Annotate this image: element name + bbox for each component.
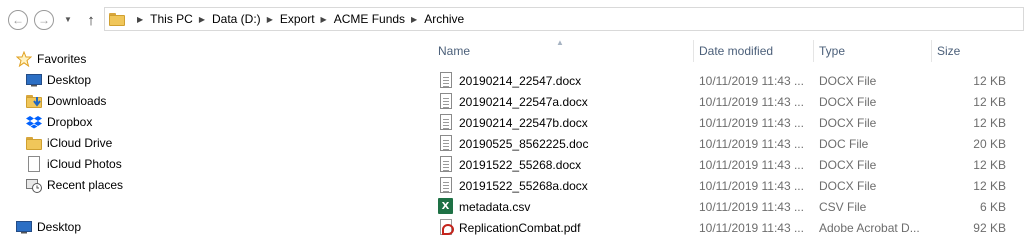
folder-icon: [109, 12, 125, 26]
forward-button[interactable]: →: [34, 10, 54, 30]
sidebar-item-dropbox[interactable]: Dropbox: [26, 111, 92, 132]
table-row[interactable]: 20190525_8562225.doc 10/11/2019 11:43 ..…: [432, 133, 1029, 154]
file-size: 20 KB: [973, 136, 1006, 151]
file-name: 20190214_22547b.docx: [459, 115, 588, 130]
file-size: 12 KB: [973, 94, 1006, 109]
word-document-icon: [438, 93, 454, 110]
recent-places-icon: [26, 177, 42, 193]
file-size: 12 KB: [973, 73, 1006, 88]
forward-arrow-icon: →: [38, 13, 50, 27]
file-size: 12 KB: [973, 178, 1006, 193]
favorites-group[interactable]: Favorites: [16, 48, 86, 69]
sidebar-item-desktop-root[interactable]: Desktop: [16, 216, 81, 237]
desktop-icon: [16, 219, 32, 235]
file-type: Adobe Acrobat D...: [819, 220, 920, 235]
sidebar-item-recent-places[interactable]: Recent places: [26, 174, 123, 195]
recent-locations-dropdown[interactable]: ▼: [62, 13, 74, 25]
file-date-modified: 10/11/2019 11:43 ...: [699, 73, 804, 88]
file-name: 20190214_22547a.docx: [459, 94, 588, 109]
sidebar-item-icloud-photos[interactable]: iCloud Photos: [26, 153, 122, 174]
downloads-folder-icon: [26, 93, 42, 109]
document-icon: [26, 155, 42, 172]
file-size: 12 KB: [973, 115, 1006, 130]
table-row[interactable]: 20190214_22547.docx 10/11/2019 11:43 ...…: [432, 70, 1029, 91]
sidebar-item-icloud-drive[interactable]: iCloud Drive: [26, 132, 112, 153]
file-date-modified: 10/11/2019 11:43 ...: [699, 94, 804, 109]
breadcrumb-this-pc[interactable]: ▶ This PC: [131, 8, 193, 30]
file-name: 20191522_55268a.docx: [459, 178, 588, 193]
sidebar-item-desktop[interactable]: Desktop: [26, 69, 91, 90]
chevron-right-icon: ▶: [320, 14, 327, 24]
file-date-modified: 10/11/2019 11:43 ...: [699, 115, 804, 130]
file-name: 20190525_8562225.doc: [459, 136, 589, 151]
up-button[interactable]: ↑: [82, 10, 100, 30]
table-row[interactable]: 20191522_55268.docx 10/11/2019 11:43 ...…: [432, 154, 1029, 175]
back-arrow-icon: ←: [12, 13, 24, 27]
file-size: 92 KB: [973, 220, 1006, 235]
file-type: CSV File: [819, 199, 867, 214]
chevron-right-icon: ▶: [266, 14, 273, 24]
file-date-modified: 10/11/2019 11:43 ...: [699, 199, 804, 214]
word-document-icon: [438, 135, 454, 152]
file-type: DOCX File: [819, 115, 877, 130]
address-toolbar: ← → ▼ ↑ ▶ This PC ▶ Data (D:) ▶ Export ▶…: [0, 0, 1029, 38]
file-name: metadata.csv: [459, 199, 531, 214]
column-header-date-modified[interactable]: Date modified: [693, 38, 813, 64]
file-date-modified: 10/11/2019 11:43 ...: [699, 220, 804, 235]
file-date-modified: 10/11/2019 11:43 ...: [699, 136, 804, 151]
word-document-icon: [438, 177, 454, 194]
file-type: DOC File: [819, 136, 869, 151]
file-date-modified: 10/11/2019 11:43 ...: [699, 178, 804, 193]
file-name: 20190214_22547.docx: [459, 73, 582, 88]
up-arrow-icon: ↑: [87, 11, 95, 29]
file-date-modified: 10/11/2019 11:43 ...: [699, 157, 804, 172]
address-bar[interactable]: ▶ This PC ▶ Data (D:) ▶ Export ▶ ACME Fu…: [104, 7, 1024, 31]
breadcrumb-export[interactable]: ▶ Export: [261, 8, 315, 30]
dropbox-icon: [26, 114, 42, 130]
word-document-icon: [438, 72, 454, 89]
breadcrumb-archive[interactable]: ▶ Archive: [405, 8, 464, 30]
breadcrumb-data-d[interactable]: ▶ Data (D:): [193, 8, 261, 30]
table-row[interactable]: 20191522_55268a.docx 10/11/2019 11:43 ..…: [432, 175, 1029, 196]
chevron-down-icon: ▼: [64, 14, 72, 24]
file-list: ▲ Name Date modified Type Size 20190214_…: [432, 38, 1029, 244]
chevron-right-icon: ▶: [198, 14, 205, 24]
file-size: 12 KB: [973, 157, 1006, 172]
word-document-icon: [438, 114, 454, 131]
file-name: 20191522_55268.docx: [459, 157, 582, 172]
breadcrumb-acme-funds[interactable]: ▶ ACME Funds: [315, 8, 406, 30]
file-type: DOCX File: [819, 178, 877, 193]
star-icon: [16, 50, 32, 67]
back-button[interactable]: ←: [8, 10, 28, 30]
pdf-icon: [438, 219, 454, 236]
navigation-pane: Favorites Desktop Downloads Dropbox iClo…: [0, 38, 430, 244]
desktop-icon: [26, 72, 42, 88]
column-header-type[interactable]: Type: [813, 38, 927, 64]
chevron-right-icon: ▶: [137, 14, 144, 24]
sidebar-item-downloads[interactable]: Downloads: [26, 90, 106, 111]
table-row[interactable]: 20190214_22547a.docx 10/11/2019 11:43 ..…: [432, 91, 1029, 112]
favorites-label: Favorites: [37, 51, 87, 66]
excel-csv-icon: X: [438, 198, 454, 215]
table-row[interactable]: Xmetadata.csv 10/11/2019 11:43 ... CSV F…: [432, 196, 1029, 217]
file-size: 6 KB: [979, 199, 1006, 214]
word-document-icon: [438, 156, 454, 173]
folder-icon: [26, 135, 42, 151]
file-type: DOCX File: [819, 73, 877, 88]
file-type: DOCX File: [819, 94, 877, 109]
chevron-right-icon: ▶: [411, 14, 418, 24]
table-row[interactable]: ReplicationCombat.pdf 10/11/2019 11:43 .…: [432, 217, 1029, 238]
file-type: DOCX File: [819, 157, 877, 172]
table-row[interactable]: 20190214_22547b.docx 10/11/2019 11:43 ..…: [432, 112, 1029, 133]
column-header-name[interactable]: Name: [432, 38, 692, 64]
file-name: ReplicationCombat.pdf: [459, 220, 581, 235]
column-header-row: ▲ Name Date modified Type Size: [432, 38, 1029, 64]
column-header-size[interactable]: Size: [931, 38, 1011, 64]
